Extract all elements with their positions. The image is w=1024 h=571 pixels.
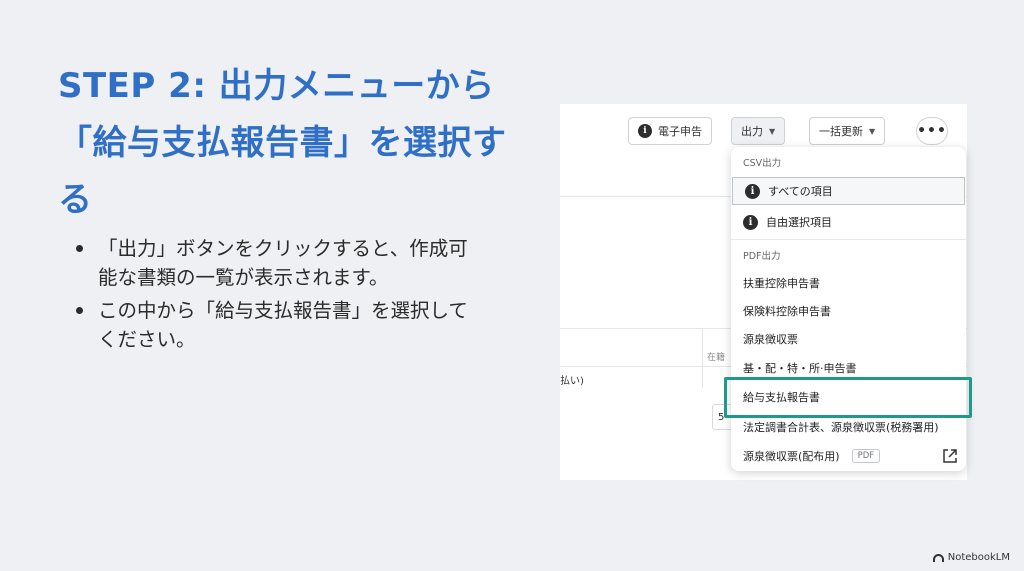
bullet-item: この中から「給与支払報告書」を選択してください。 bbox=[76, 296, 476, 354]
slide-title: STEP 2: 出力メニューから「給与支払報告書」を選択する bbox=[58, 66, 507, 220]
output-dropdown-menu: CSV出力 i すべての項目 i 自由選択項目 PDF出力 扶重控除申告書 保険… bbox=[731, 147, 966, 471]
menu-item-label: 源泉徴収票 bbox=[743, 333, 798, 346]
column-header: 在籍 bbox=[707, 353, 726, 363]
menu-divider bbox=[731, 239, 966, 240]
bullet-dot bbox=[76, 307, 83, 314]
caret-down-icon: ▼ bbox=[869, 126, 876, 136]
output-label: 出力 bbox=[741, 125, 763, 138]
bullet-dot bbox=[76, 245, 83, 252]
bullet-item: 「出力」ボタンをクリックすると、作成可能な書類の一覧が表示されます。 bbox=[76, 234, 476, 292]
bullet-list: 「出力」ボタンをクリックすると、作成可能な書類の一覧が表示されます。 この中から… bbox=[76, 234, 476, 358]
bulk-update-button[interactable]: 一括更新 ▼ bbox=[809, 117, 886, 145]
menu-item-label: 源泉徴収票(配布用) bbox=[743, 450, 840, 463]
bullet-text: この中から「給与支払報告書」を選択してください。 bbox=[98, 299, 468, 351]
menu-item-label: すべての項目 bbox=[768, 185, 833, 198]
menu-item-label: 自由選択項目 bbox=[766, 216, 832, 229]
e-filing-label: 電子申告 bbox=[658, 125, 702, 138]
output-button[interactable]: 出力 ▼ bbox=[731, 117, 786, 145]
external-link-icon bbox=[943, 449, 957, 463]
menu-item-withholding-slip[interactable]: 源泉徴収票 bbox=[731, 325, 966, 353]
e-filing-button[interactable]: i 電子申告 bbox=[628, 117, 712, 145]
pdf-section-header: PDF出力 bbox=[743, 251, 781, 262]
notebooklm-logo-icon bbox=[932, 553, 944, 562]
menu-item-label: 法定調書合計表、源泉徴収票(税務署用) bbox=[743, 421, 939, 434]
more-options-button[interactable]: ••• bbox=[916, 117, 948, 145]
menu-item-insurance-deduction[interactable]: 保険料控除申告書 bbox=[731, 297, 966, 325]
divider bbox=[702, 328, 703, 388]
bulk-update-label: 一括更新 bbox=[819, 125, 863, 138]
bullet-text: 「出力」ボタンをクリックすると、作成可能な書類の一覧が表示されます。 bbox=[98, 237, 468, 289]
highlight-box bbox=[724, 377, 972, 418]
info-icon: i bbox=[638, 124, 652, 138]
menu-item-label: 基・配・特・所·申告書 bbox=[743, 362, 857, 375]
menu-item-label: 保険料控除申告書 bbox=[743, 305, 831, 318]
brand-watermark: NotebookLM bbox=[932, 552, 1010, 563]
menu-item-label: 扶重控除申告書 bbox=[743, 277, 820, 290]
menu-item-custom-fields[interactable]: i 自由選択項目 bbox=[731, 208, 966, 236]
csv-section-header: CSV出力 bbox=[743, 158, 782, 169]
pdf-badge: PDF bbox=[851, 449, 881, 463]
info-icon: i bbox=[745, 183, 760, 199]
menu-item-withholding-slip-distribution[interactable]: 源泉徴収票(配布用) PDF bbox=[731, 442, 966, 470]
menu-item-all-fields[interactable]: i すべての項目 bbox=[732, 177, 965, 205]
table-cell: 払い) bbox=[560, 376, 584, 387]
menu-item-dependent-deduction[interactable]: 扶重控除申告書 bbox=[731, 269, 966, 297]
caret-down-icon: ▼ bbox=[769, 126, 776, 136]
info-icon: i bbox=[743, 214, 758, 230]
brand-name: NotebookLM bbox=[947, 552, 1010, 563]
